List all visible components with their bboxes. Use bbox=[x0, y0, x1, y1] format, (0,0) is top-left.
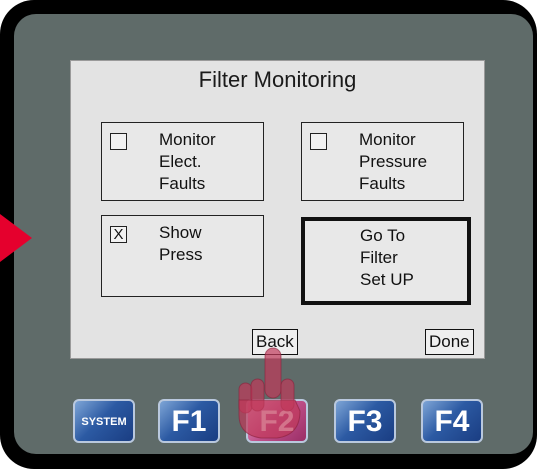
option-label: Monitor Pressure Faults bbox=[359, 130, 428, 193]
option-monitor-elect-faults[interactable]: Monitor Elect. Faults bbox=[101, 122, 264, 201]
done-button[interactable]: Done bbox=[425, 329, 474, 355]
go-to-filter-setup-label: Go To Filter Set UP bbox=[360, 226, 414, 289]
option-label: Show Press bbox=[159, 223, 203, 264]
option-show-press[interactable]: X Show Press bbox=[101, 215, 264, 297]
go-to-filter-setup-button[interactable]: Go To Filter Set UP bbox=[301, 217, 471, 305]
f1-key[interactable]: F1 bbox=[158, 399, 220, 443]
filter-monitoring-screen: Filter Monitoring Monitor Elect. Faults … bbox=[70, 60, 485, 359]
checkbox-monitor-pressure-faults[interactable] bbox=[310, 133, 327, 150]
option-label: Monitor Elect. Faults bbox=[159, 130, 216, 193]
option-monitor-pressure-faults[interactable]: Monitor Pressure Faults bbox=[301, 122, 464, 201]
page-title: Filter Monitoring bbox=[198, 67, 357, 92]
checkbox-monitor-elect-faults[interactable] bbox=[110, 133, 127, 150]
f3-key[interactable]: F3 bbox=[334, 399, 396, 443]
f4-key[interactable]: F4 bbox=[421, 399, 483, 443]
pointing-hand-icon bbox=[238, 347, 301, 439]
arrow-indicator-icon bbox=[0, 214, 32, 262]
checkbox-show-press[interactable]: X bbox=[110, 226, 127, 243]
system-key[interactable]: SYSTEM bbox=[73, 399, 135, 443]
